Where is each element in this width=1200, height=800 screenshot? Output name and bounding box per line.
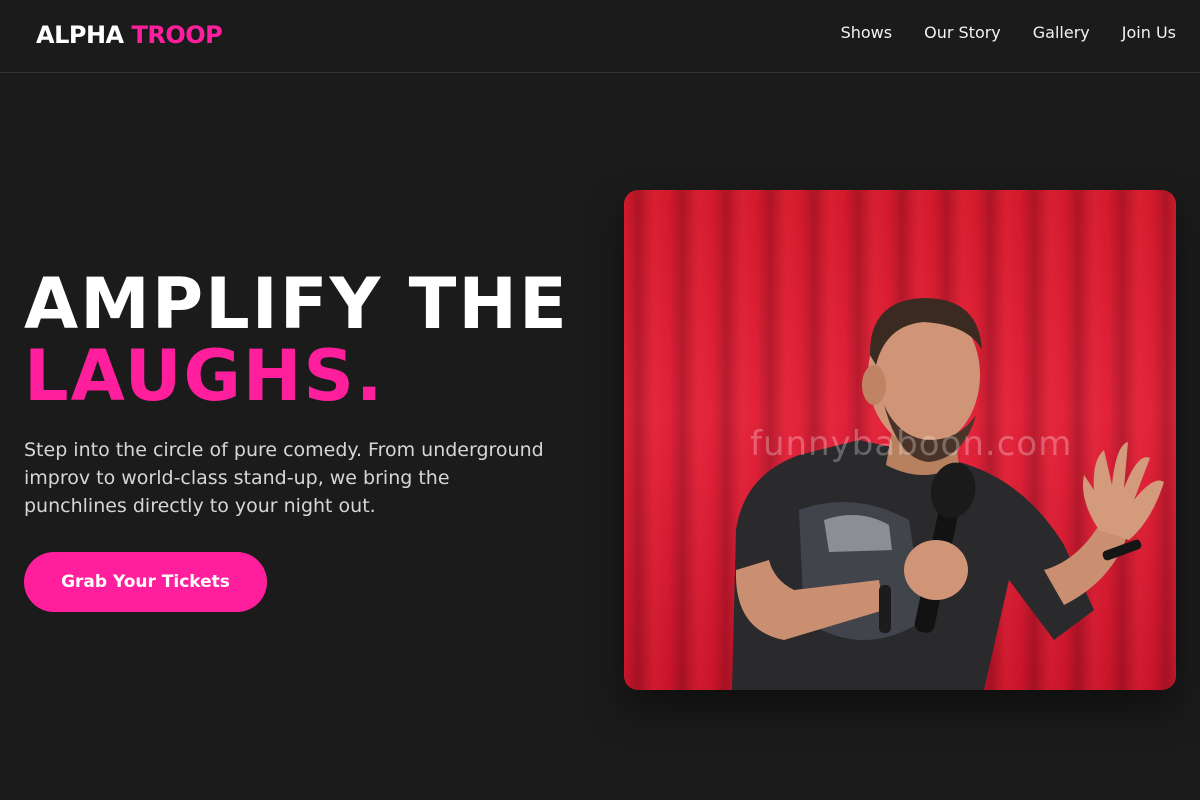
hero-title: AMPLIFY THE LAUGHS. bbox=[24, 268, 569, 412]
raised-hand bbox=[1083, 442, 1164, 540]
grab-tickets-button[interactable]: Grab Your Tickets bbox=[24, 552, 267, 612]
nav-item-gallery[interactable]: Gallery bbox=[1033, 22, 1090, 44]
brand-logo[interactable]: ALPHA TROOP bbox=[36, 20, 223, 50]
nav-item-our-story[interactable]: Our Story bbox=[924, 22, 1001, 44]
mic-hand bbox=[904, 540, 968, 600]
image-watermark: funnybaboon.com bbox=[750, 424, 1073, 464]
site-header: ALPHA TROOP Shows Our Story Gallery Join… bbox=[0, 0, 1200, 73]
brand-name-part1: ALPHA bbox=[36, 21, 124, 49]
hero-image-comedian: funnybaboon.com bbox=[624, 190, 1176, 690]
hero-title-line1: AMPLIFY THE bbox=[24, 263, 569, 345]
main-nav: Shows Our Story Gallery Join Us bbox=[841, 22, 1176, 44]
hero-title-line2: LAUGHS. bbox=[24, 335, 385, 417]
nav-item-shows[interactable]: Shows bbox=[841, 22, 893, 44]
hero-description: Step into the circle of pure comedy. Fro… bbox=[24, 439, 544, 517]
nav-item-join-us[interactable]: Join Us bbox=[1122, 22, 1176, 44]
brand-name-part2: TROOP bbox=[131, 21, 223, 49]
